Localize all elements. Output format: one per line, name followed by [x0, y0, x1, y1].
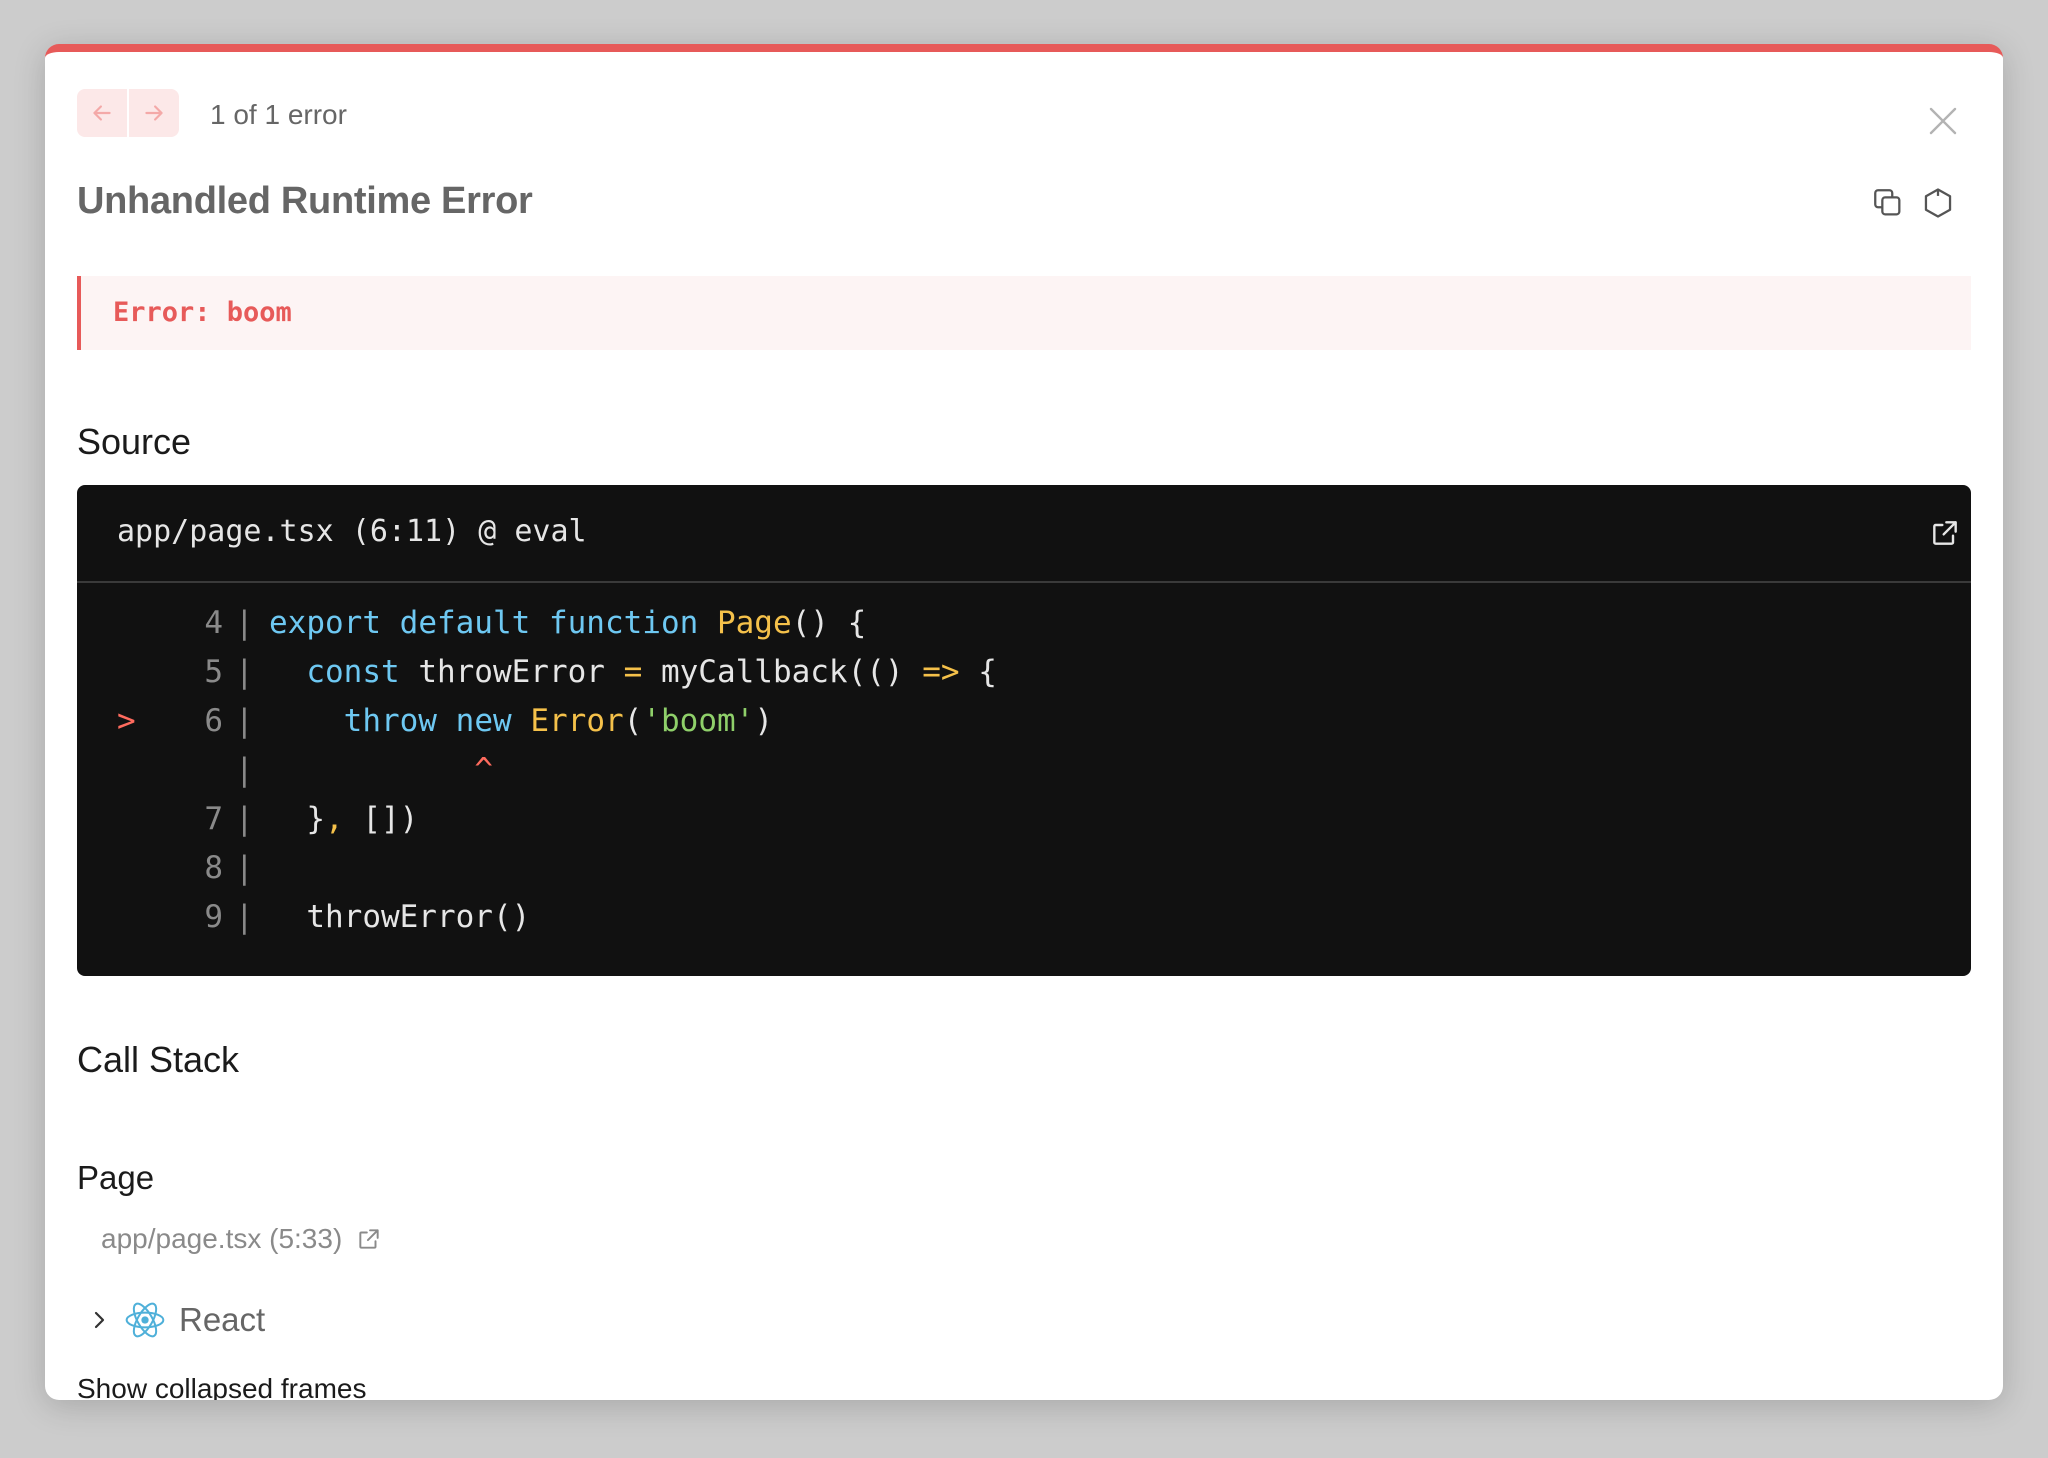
code-text: }, []) [269, 801, 419, 837]
code-text: throw new Error('boom') [343, 703, 773, 739]
react-logo-icon [125, 1302, 165, 1338]
external-link-icon [1933, 521, 1957, 545]
code-text: export default function Page() { [269, 605, 867, 641]
code-line: 5 | const throwError = myCallback(() => { [77, 648, 1971, 697]
show-collapsed-frames-button[interactable]: Show collapsed frames [77, 1372, 366, 1400]
code-line: 4 | export default function Page() { [77, 599, 1971, 648]
error-message-box: Error: boom [77, 276, 1971, 350]
gutter-separator: | [235, 703, 254, 739]
code-line: 8 | [77, 844, 1971, 893]
line-number: 6 [204, 703, 223, 739]
external-link-icon [359, 1229, 379, 1249]
source-heading: Source [77, 421, 192, 462]
chevron-right-icon [94, 1311, 105, 1329]
error-overlay-dialog: 1 of 1 error Unhandled Runtime Error Err… [45, 44, 2003, 1400]
stack-frame-name: Page [77, 1159, 155, 1196]
react-frames-toggle[interactable]: React [87, 1298, 265, 1342]
error-counter: 1 of 1 error [210, 99, 347, 130]
code-text: const throwError = myCallback(() => { [306, 654, 997, 690]
copy-error-button[interactable] [1871, 186, 1905, 220]
source-code-frame: app/page.tsx (6:11) @ eval 4 | export defa… [77, 485, 1971, 976]
error-line-marker: > [117, 703, 136, 739]
gutter-separator: | [235, 654, 254, 690]
code-line: >6 | throw new Error('boom') [77, 697, 1971, 746]
line-number: 9 [204, 899, 223, 935]
open-in-editor-button[interactable] [1929, 517, 1961, 549]
stack-frame-location: app/page.tsx (5:33) [101, 1223, 343, 1254]
close-icon [1929, 107, 1957, 135]
copy-icon [1874, 189, 1901, 216]
arrow-right-icon [145, 105, 163, 121]
call-stack-heading: Call Stack [77, 1039, 240, 1080]
react-frames-label: React [179, 1301, 266, 1338]
previous-error-button[interactable] [77, 89, 127, 137]
gutter-separator: | [235, 752, 254, 788]
close-button[interactable] [1925, 103, 1961, 139]
stack-frame-location-link[interactable]: app/page.tsx (5:33) [101, 1222, 382, 1256]
next-error-button[interactable] [129, 89, 179, 137]
hexagon-icon-button[interactable] [1921, 186, 1955, 220]
gutter-separator: | [235, 605, 254, 641]
error-navigation [77, 89, 179, 137]
error-title: Unhandled Runtime Error [77, 180, 533, 222]
line-number: 7 [204, 801, 223, 837]
error-message: Error: boom [113, 297, 292, 328]
source-file-location: app/page.tsx (6:11) @ eval [117, 514, 587, 549]
arrow-left-icon [93, 105, 111, 121]
gutter-separator: | [235, 899, 254, 935]
code-line: 9 | throwError() [77, 893, 1971, 942]
code-text: throwError() [269, 899, 531, 935]
code-line: | ^ [77, 746, 1971, 795]
code-frame-header: app/page.tsx (6:11) @ eval [77, 485, 1971, 583]
code-lines: 4 | export default function Page() { 5 | con… [77, 599, 1971, 942]
hexagon-icon [1924, 188, 1952, 218]
line-number: 5 [204, 654, 223, 690]
code-line: 7 | }, []) [77, 795, 1971, 844]
code-text: ^ [474, 752, 493, 788]
gutter-separator: | [235, 801, 254, 837]
line-number: 8 [204, 850, 223, 886]
gutter-separator: | [235, 850, 254, 886]
line-number: 4 [204, 605, 223, 641]
